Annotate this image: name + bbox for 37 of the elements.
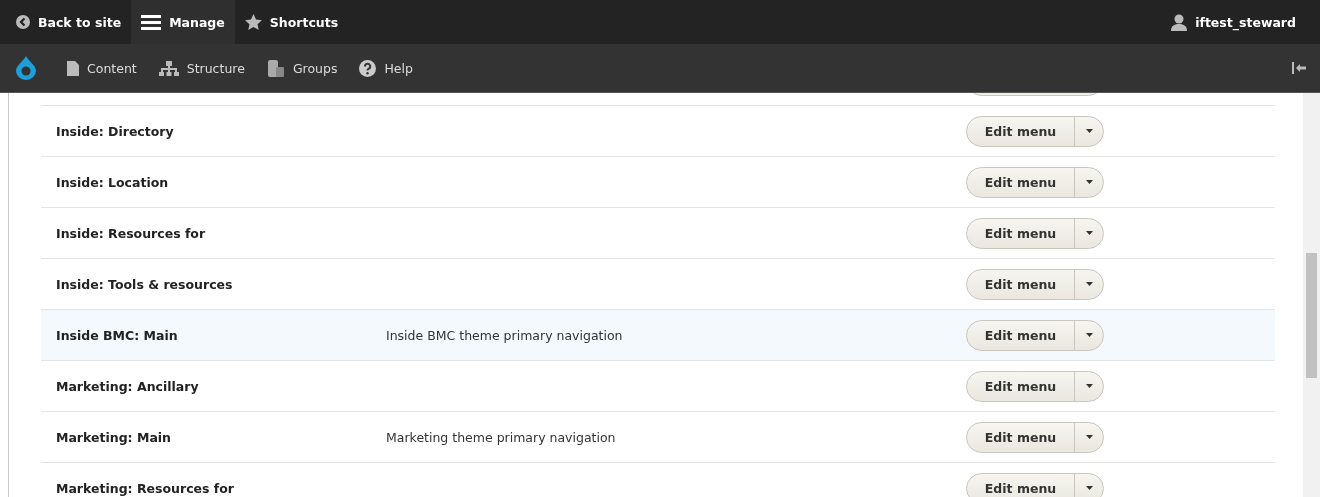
collapse-icon[interactable] [1292, 62, 1306, 74]
caret-icon [1085, 333, 1093, 337]
document-icon [67, 60, 79, 76]
menu-title: Inside: Tools & resources [56, 276, 233, 292]
caret-icon [1085, 435, 1093, 439]
tray-item[interactable]: Groups [255, 59, 349, 77]
toolbar-tab[interactable]: Back to site [6, 0, 132, 44]
toolbar-tab[interactable]: Manage [131, 0, 235, 44]
menu-icon [141, 14, 162, 30]
tray-item[interactable]: Help [348, 59, 424, 77]
menu-title: Inside: Resources for [56, 225, 206, 241]
tray-item[interactable]: Structure [147, 60, 256, 76]
back-icon [16, 15, 30, 29]
help-icon [359, 59, 377, 77]
caret-icon [1085, 129, 1093, 133]
menu-title: Inside: Location [56, 174, 169, 190]
menu-description: Inside BMC theme primary navigation [386, 327, 623, 343]
caret-icon [1085, 384, 1093, 388]
tray-item[interactable]: Content [56, 60, 148, 76]
toolbar-tab[interactable]: Shortcuts [234, 0, 349, 44]
menu-title: Marketing: Ancillary [56, 378, 199, 394]
star-icon [244, 14, 262, 30]
menu-title: Marketing: Main [56, 429, 171, 445]
caret-icon [1085, 180, 1093, 184]
menu-title: Marketing: Resources for [56, 480, 234, 496]
menu-description: Marketing theme primary navigation [386, 429, 616, 445]
caret-icon [1085, 486, 1093, 490]
caret-icon [1085, 282, 1093, 286]
user-icon [1171, 13, 1188, 31]
drop-logo-icon[interactable] [16, 56, 36, 80]
menu-title: Inside BMC: Main [56, 327, 178, 343]
hierarchy-icon [158, 60, 179, 76]
user-link[interactable]: iftest_steward [1161, 0, 1320, 44]
caret-icon [1085, 231, 1093, 235]
menu-title: Inside: Directory [56, 123, 174, 139]
buildings-icon [266, 59, 285, 77]
scrollbar[interactable] [1303, 93, 1320, 497]
